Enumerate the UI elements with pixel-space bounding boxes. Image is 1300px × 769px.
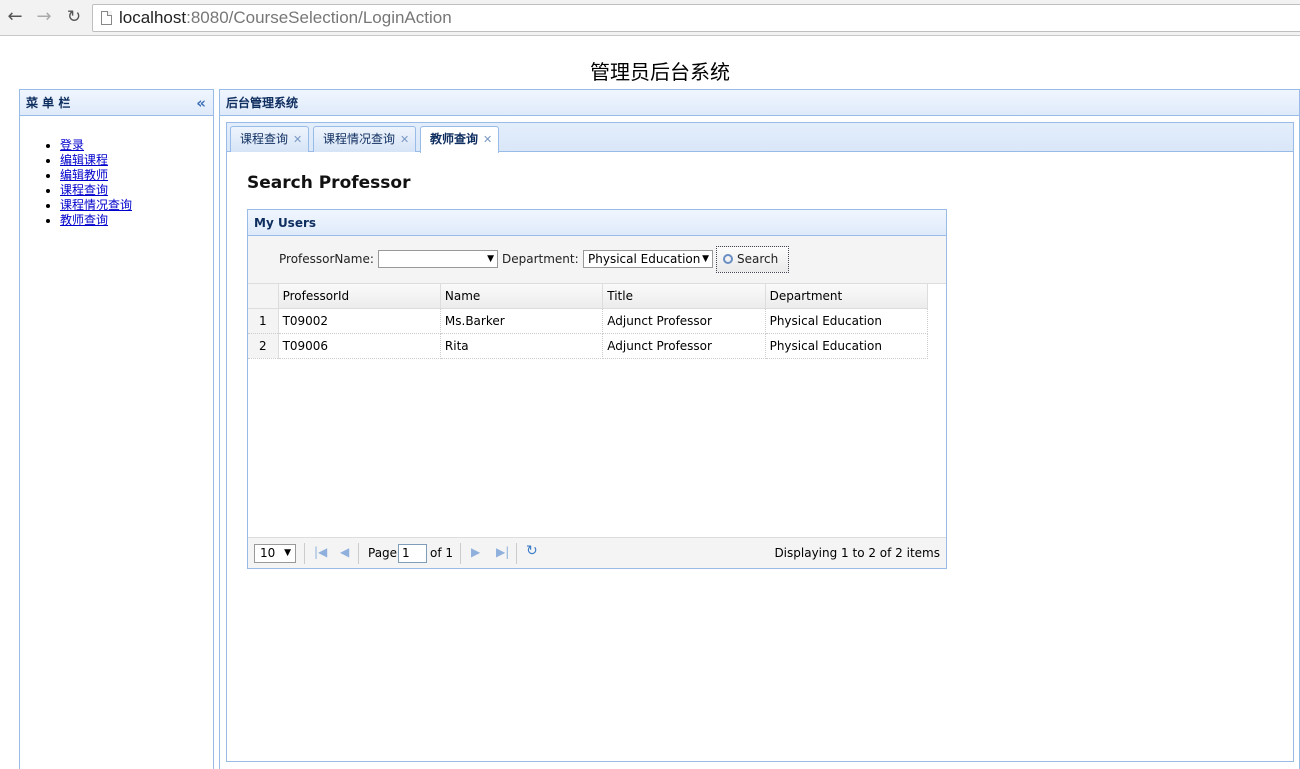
search-button[interactable]: Search — [716, 246, 789, 273]
professor-name-select[interactable]: ▼ — [378, 250, 498, 268]
forward-arrow-icon[interactable]: → — [33, 6, 55, 28]
menu-item: 教师查询 — [60, 213, 132, 228]
close-icon[interactable]: ✕ — [400, 133, 409, 146]
chevron-down-icon: ▼ — [284, 548, 291, 558]
close-icon[interactable]: ✕ — [293, 133, 302, 146]
tab-teacher-query[interactable]: 教师查询 ✕ — [420, 126, 500, 153]
menu-panel-title: 菜 单 栏 — [26, 96, 71, 110]
page-icon — [101, 11, 112, 25]
main-panel-header: 后台管理系统 — [220, 90, 1299, 116]
tab-label: 课程情况查询 — [323, 132, 396, 146]
tab-bar: 课程查询 ✕ 课程情况查询 ✕ 教师查询 ✕ — [227, 123, 1293, 153]
page-size-select[interactable]: 10 ▼ — [254, 544, 296, 563]
table-cell: T09002 — [278, 308, 441, 334]
content-title: Search Professor — [247, 173, 411, 193]
url-text: localhost:8080/CourseSelection/LoginActi… — [119, 8, 452, 27]
page-title: 管理员后台系统 — [590, 60, 730, 84]
tab-label: 课程查询 — [240, 132, 289, 146]
table-cell: Physical Education — [765, 308, 929, 334]
menu-item: 课程情况查询 — [60, 198, 132, 213]
browser-toolbar: ← → ↻ localhost:8080/CourseSelection/Log… — [0, 0, 1300, 36]
professor-name-label: ProfessorName: — [279, 252, 374, 266]
separator — [460, 543, 461, 564]
address-bar[interactable]: localhost:8080/CourseSelection/LoginActi… — [92, 4, 1300, 32]
department-select[interactable]: Physical Education ▼ — [583, 250, 713, 268]
tab-course-status-query[interactable]: 课程情况查询 ✕ — [313, 126, 417, 152]
menu-item: 编辑教师 — [60, 168, 132, 183]
grid-title: My Users — [248, 210, 946, 236]
chevron-down-icon: ▼ — [487, 254, 494, 264]
column-header[interactable]: Name — [440, 284, 604, 309]
table-header-row: ProfessorId Name Title Department — [248, 284, 929, 309]
main-panel: 后台管理系统 课程查询 ✕ 课程情况查询 ✕ 教师查询 ✕ Search Profes… — [219, 89, 1300, 769]
search-toolbar: ProfessorName: ▼ Department: Physical Ed… — [248, 236, 946, 284]
row-number: 1 — [248, 308, 279, 334]
back-arrow-icon[interactable]: ← — [4, 6, 26, 28]
department-value: Physical Education — [588, 252, 701, 266]
page-size-value: 10 — [260, 546, 276, 560]
close-icon[interactable]: ✕ — [483, 133, 492, 146]
professor-table: ProfessorId Name Title Department 1 T090… — [248, 284, 929, 359]
pagination-bar: 10 ▼ |◀ ◀ Page 1 of 1 ▶ ▶| ↻ Displaying … — [248, 537, 946, 568]
search-button-label: Search — [737, 252, 779, 266]
page-of-label: of 1 — [430, 546, 454, 560]
menu-list: 登录 编辑课程 编辑教师 课程查询 课程情况查询 教师查询 — [60, 138, 132, 228]
table-cell: T09006 — [278, 333, 441, 359]
department-label: Department: — [502, 252, 579, 266]
display-info: Displaying 1 to 2 of 2 items — [774, 546, 940, 560]
users-grid: My Users ProfessorName: ▼ Department: Ph… — [247, 209, 947, 569]
column-header[interactable]: Title — [602, 284, 766, 309]
tab-label: 教师查询 — [430, 132, 479, 146]
separator — [358, 543, 359, 564]
page-label: Page — [368, 546, 398, 560]
column-header[interactable]: ProfessorId — [278, 284, 441, 309]
row-number-header — [248, 284, 279, 309]
menu-item: 课程查询 — [60, 183, 132, 198]
table-cell: Physical Education — [765, 333, 929, 359]
reload-icon[interactable]: ↻ — [63, 6, 85, 28]
separator — [304, 543, 305, 564]
collapse-icon[interactable]: « — [196, 90, 206, 116]
menu-link-edit-teacher[interactable]: 编辑教师 — [60, 168, 108, 182]
table-cell: Adjunct Professor — [602, 308, 766, 334]
last-page-icon[interactable]: ▶| — [496, 545, 509, 559]
table-cell: Rita — [440, 333, 604, 359]
column-header[interactable]: Department — [765, 284, 929, 309]
table-cell: Ms.Barker — [440, 308, 604, 334]
menu-link-teacher-query[interactable]: 教师查询 — [60, 213, 108, 227]
menu-item: 登录 — [60, 138, 132, 153]
menu-link-login[interactable]: 登录 — [60, 138, 84, 152]
first-page-icon[interactable]: |◀ — [314, 545, 327, 559]
page-number-input[interactable]: 1 — [398, 544, 427, 563]
search-icon — [723, 254, 733, 264]
table-cell: Adjunct Professor — [602, 333, 766, 359]
menu-link-course-status-query[interactable]: 课程情况查询 — [60, 198, 132, 212]
menu-panel: 菜 单 栏 « 登录 编辑课程 编辑教师 课程查询 课程情况查询 教师查询 — [19, 89, 214, 769]
refresh-icon[interactable]: ↻ — [526, 543, 538, 559]
menu-link-edit-course[interactable]: 编辑课程 — [60, 153, 108, 167]
tab-course-query[interactable]: 课程查询 ✕ — [230, 126, 310, 152]
table-row[interactable]: 1 T09002 Ms.Barker Adjunct Professor Phy… — [248, 308, 929, 334]
menu-item: 编辑课程 — [60, 153, 132, 168]
prev-page-icon[interactable]: ◀ — [340, 545, 349, 559]
next-page-icon[interactable]: ▶ — [471, 545, 480, 559]
tab-container: 课程查询 ✕ 课程情况查询 ✕ 教师查询 ✕ Search Professor My … — [226, 122, 1294, 762]
menu-link-course-query[interactable]: 课程查询 — [60, 183, 108, 197]
chevron-down-icon: ▼ — [702, 254, 709, 264]
separator — [516, 543, 517, 564]
table-row[interactable]: 2 T09006 Rita Adjunct Professor Physical… — [248, 333, 929, 359]
row-number: 2 — [248, 333, 279, 359]
menu-panel-header: 菜 单 栏 « — [20, 90, 213, 116]
